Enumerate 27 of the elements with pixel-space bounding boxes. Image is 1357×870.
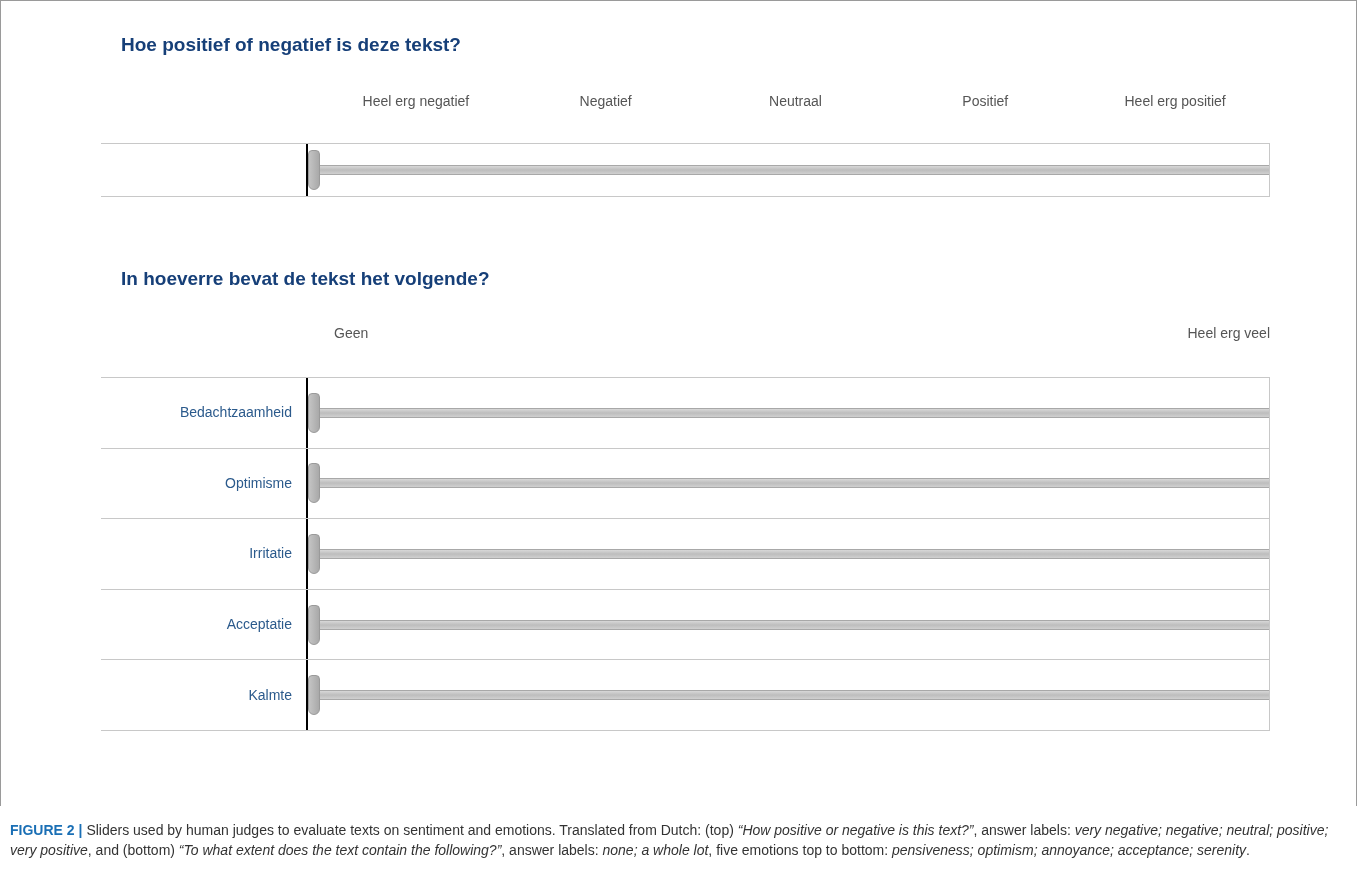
scale-label: Geen xyxy=(334,323,369,343)
question-title: Hoe positief of negatief is deze tekst? xyxy=(121,33,462,57)
slider[interactable] xyxy=(308,150,1269,190)
slider[interactable] xyxy=(308,392,1269,433)
slider-thumb[interactable] xyxy=(308,675,320,716)
emotion-label: Irritatie xyxy=(249,544,292,564)
scale-label: Neutraal xyxy=(768,91,823,111)
figure-caption: FIGURE 2 | Sliders used by human judges to evaluate texts on sentiment and emotions. Translated from Dutch: (top) “How positive or negative is this text?”, answer labels: very negative; negative; neutral; positive; very positive, and (bottom) “To what extent does the text contain the following?”, answer labels: none; a whole lot, five emotions top to bottom: pensiveness; optimism; annoyance; acceptance; serenity. xyxy=(9,821,1330,860)
scale-label: Positief xyxy=(961,91,1010,111)
slider-thumb[interactable] xyxy=(308,534,320,574)
scale-label: Negatief xyxy=(578,91,633,111)
question-title: In hoeverre bevat de tekst het volgende? xyxy=(121,267,491,291)
slider-thumb[interactable] xyxy=(308,392,320,433)
scale-label: Heel erg positief xyxy=(1123,91,1227,111)
slider[interactable] xyxy=(308,534,1269,574)
emotion-label: Kalmte xyxy=(248,685,292,705)
slider-thumb[interactable] xyxy=(308,604,320,645)
slider-thumb[interactable] xyxy=(308,463,320,504)
emotion-label: Acceptatie xyxy=(226,615,292,635)
slider[interactable] xyxy=(308,604,1269,645)
slider-thumb[interactable] xyxy=(308,150,320,190)
slider[interactable] xyxy=(308,463,1269,504)
emotion-label: Bedachtzaamheid xyxy=(179,403,292,423)
scale-label: Heel erg negatief xyxy=(361,91,471,111)
scale-label: Heel erg veel xyxy=(1187,323,1270,343)
emotion-label: Optimisme xyxy=(225,473,292,493)
slider[interactable] xyxy=(308,675,1269,716)
